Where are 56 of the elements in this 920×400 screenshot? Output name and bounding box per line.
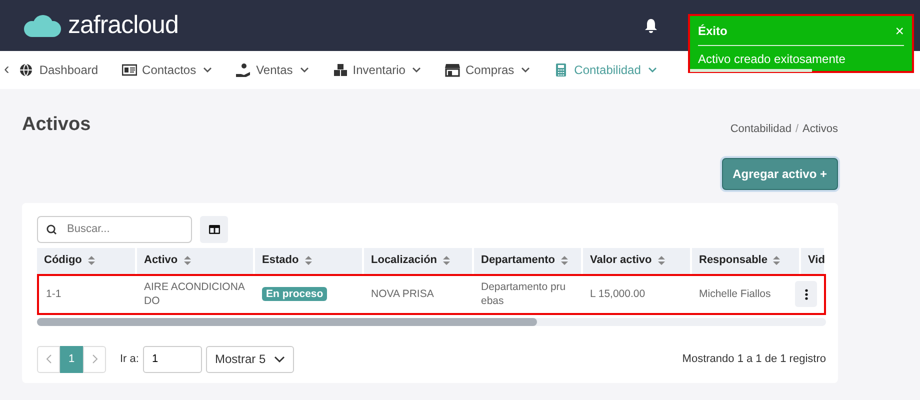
more-button[interactable] <box>795 281 817 308</box>
column-header[interactable]: Código <box>37 248 137 274</box>
sort-icon[interactable] <box>773 256 780 265</box>
breadcrumb-separator: / <box>795 122 799 137</box>
add-asset-button[interactable]: Agregar activo + <box>722 158 838 190</box>
column-header[interactable]: Estado <box>255 248 364 274</box>
table-cell: NOVA PRISA <box>364 274 474 315</box>
column-header[interactable]: Responsable <box>692 248 801 274</box>
bell-icon[interactable] <box>644 18 658 34</box>
search-field[interactable]: Buscar... <box>37 216 192 242</box>
sort-icon[interactable] <box>184 256 191 265</box>
go-to-label: Ir a: <box>120 352 139 368</box>
table-cell: L 15,000.00 <box>583 274 692 315</box>
sort-icon[interactable] <box>304 256 312 265</box>
logo[interactable]: zafracloud <box>68 6 178 44</box>
breadcrumb-current: Activos <box>802 122 838 137</box>
table-cell: Departamento pru ebas <box>474 274 583 315</box>
column-header[interactable]: Vid <box>801 248 826 274</box>
columns-button[interactable] <box>200 216 228 242</box>
nav-item[interactable]: Ventas <box>236 61 309 79</box>
boxes-icon <box>332 63 348 77</box>
sort-icon[interactable] <box>560 256 568 265</box>
nav-item[interactable]: Dashboard <box>19 61 98 79</box>
chevron-left-icon <box>46 354 52 364</box>
column-header[interactable]: Valor activo <box>583 248 692 274</box>
more-icon <box>804 288 808 300</box>
column-header[interactable]: Localización <box>364 248 474 274</box>
columns-icon <box>208 224 220 234</box>
page-size-select[interactable]: Mostrar 5 <box>206 346 294 373</box>
cloud-logo-icon <box>22 14 64 38</box>
column-header[interactable]: Activo <box>137 248 255 274</box>
status-badge: En proceso <box>262 286 328 301</box>
breadcrumb-link[interactable]: Contabilidad <box>730 121 792 138</box>
nav-item[interactable]: Compras <box>445 61 530 79</box>
back-button[interactable]: ‹ <box>4 58 10 82</box>
sort-icon[interactable] <box>443 256 450 265</box>
toast-message: Activo creado exitosamente <box>698 52 846 66</box>
chevron-down-icon <box>274 356 285 363</box>
table-cell: AIRE ACONDICIONA DO <box>137 274 255 315</box>
search-icon <box>46 224 57 234</box>
toast-title: Éxito <box>698 23 728 40</box>
table-cell: 1-1 <box>37 274 137 315</box>
store-icon <box>445 63 460 77</box>
records-summary: Mostrando 1 a 1 de 1 registro <box>682 352 826 368</box>
go-to-field[interactable]: 1 <box>142 346 202 373</box>
sort-icon[interactable] <box>658 256 665 265</box>
id-card-icon <box>122 63 138 77</box>
globe-icon <box>19 63 34 77</box>
nav-item[interactable]: Inventario <box>332 61 422 79</box>
nav-item[interactable]: Contactos <box>122 61 212 79</box>
page-title: Activos <box>22 113 91 137</box>
scrollbar[interactable] <box>37 318 826 326</box>
sort-icon[interactable] <box>88 256 95 265</box>
hand-coin-icon <box>236 63 252 77</box>
column-header[interactable]: Departamento <box>474 248 583 274</box>
chevron-right-icon <box>92 354 98 364</box>
